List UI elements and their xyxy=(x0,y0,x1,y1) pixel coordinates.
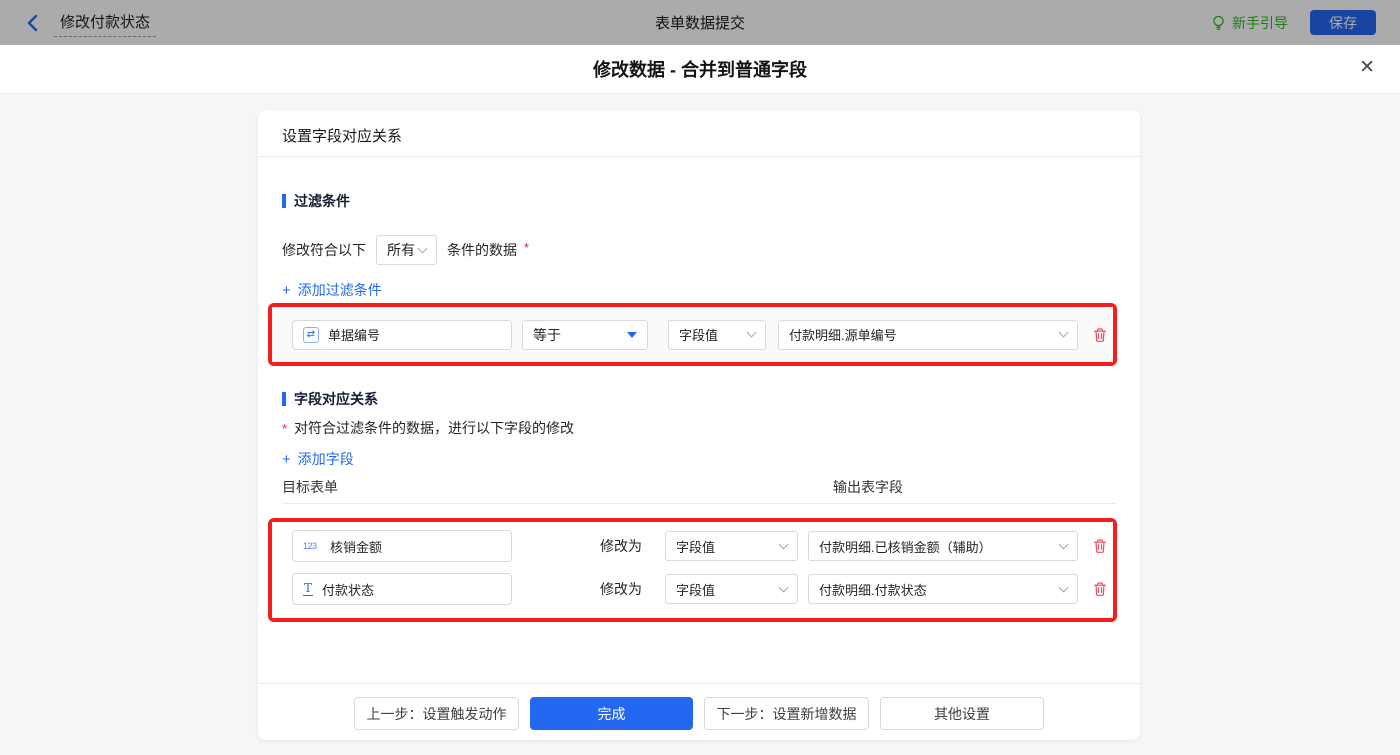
filter-value: 付款明细.源单编号 xyxy=(789,328,897,343)
annotation-box-filter: ⇄ 单据编号 等于 字段值 付款明细.源单编号 xyxy=(268,303,1117,366)
delete-filter-icon[interactable] xyxy=(1092,327,1108,343)
card-header-title: 设置字段对应关系 xyxy=(258,110,1140,157)
chevron-down-icon xyxy=(417,243,428,253)
mapping-table-header: 目标表单 输出表字段 xyxy=(282,477,1116,504)
delete-mapping-icon[interactable] xyxy=(1092,581,1108,597)
annotation-box-mapping: 123 核销金额 修改为 字段值 付款明细.已核销金额（辅助） T 付款状态 修… xyxy=(268,518,1117,622)
dialog-footer: 上一步：设置触发动作 完成 下一步：设置新增数据 其他设置 xyxy=(258,683,1140,740)
target-field-name: 付款状态 xyxy=(322,582,375,598)
mapping-row: 123 核销金额 修改为 字段值 付款明细.已核销金额（辅助） xyxy=(292,530,1113,562)
mapping-description-text: 对符合过滤条件的数据，进行以下字段的修改 xyxy=(294,420,575,436)
topbar: 修改付款状态 表单数据提交 新手引导 保存 xyxy=(0,0,1400,45)
number-field-icon: 123 xyxy=(303,541,317,551)
match-mode-value: 所有 xyxy=(387,242,415,258)
output-field-select[interactable]: 付款明细.已核销金额（辅助） xyxy=(808,531,1078,561)
required-asterisk: * xyxy=(524,239,530,255)
value-type-select[interactable]: 字段值 xyxy=(665,574,798,604)
mapping-section-label: 字段对应关系 xyxy=(294,391,378,407)
plus-icon: + xyxy=(282,281,291,299)
serial-number-icon: ⇄ xyxy=(303,326,319,343)
modify-to-label: 修改为 xyxy=(600,538,642,554)
target-field-name: 核销金额 xyxy=(330,539,383,555)
chevron-down-icon xyxy=(1058,327,1069,338)
section-marker xyxy=(282,194,286,208)
chevron-down-icon xyxy=(778,582,789,592)
add-filter-condition-label: 添加过滤条件 xyxy=(297,282,382,298)
required-asterisk: * xyxy=(282,420,288,436)
match-mode-select[interactable]: 所有 xyxy=(376,235,437,265)
mapping-section-title: 字段对应关系 xyxy=(282,389,378,409)
lightbulb-icon xyxy=(1213,15,1224,30)
dialog-title: 修改数据 - 合并到普通字段 xyxy=(593,60,807,80)
section-marker xyxy=(282,392,286,406)
close-icon[interactable]: ✕ xyxy=(1359,58,1375,77)
output-field-value: 付款明细.已核销金额（辅助） xyxy=(819,539,992,555)
save-button[interactable]: 保存 xyxy=(1310,10,1376,35)
match-suffix-label: 条件的数据 xyxy=(447,242,517,258)
prev-step-button[interactable]: 上一步：设置触发动作 xyxy=(354,697,519,730)
value-type-select[interactable]: 字段值 xyxy=(665,531,798,561)
match-condition-row: 修改符合以下 所有 条件的数据 * xyxy=(282,235,529,265)
column-output-field: 输出表字段 xyxy=(833,479,903,495)
filter-condition-item: ⇄ 单据编号 等于 字段值 付款明细.源单编号 xyxy=(272,307,1113,362)
chevron-down-icon xyxy=(1058,539,1069,549)
mapping-row: T 付款状态 修改为 字段值 付款明细.付款状态 xyxy=(292,573,1113,605)
done-button[interactable]: 完成 xyxy=(530,697,693,730)
filter-section-label: 过滤条件 xyxy=(294,193,350,209)
value-type-value: 字段值 xyxy=(676,539,716,555)
add-field-link[interactable]: + 添加字段 xyxy=(282,449,354,469)
topbar-center-title: 表单数据提交 xyxy=(654,15,745,32)
caret-down-icon xyxy=(627,331,637,338)
other-settings-button[interactable]: 其他设置 xyxy=(880,697,1044,730)
delete-mapping-icon[interactable] xyxy=(1092,538,1108,554)
text-field-icon: T xyxy=(303,581,314,596)
output-field-value: 付款明细.付款状态 xyxy=(819,582,927,598)
beginner-guide-link[interactable]: 新手引导 xyxy=(1211,13,1288,33)
dialog-header: 修改数据 - 合并到普通字段 ✕ xyxy=(0,45,1400,94)
modify-to-label: 修改为 xyxy=(600,581,642,597)
value-type-select[interactable]: 字段值 xyxy=(668,319,766,350)
plus-icon: + xyxy=(282,450,291,468)
beginner-guide-label: 新手引导 xyxy=(1232,14,1288,31)
output-field-select[interactable]: 付款明细.付款状态 xyxy=(808,574,1078,604)
chevron-down-icon xyxy=(778,539,789,549)
match-prefix-label: 修改符合以下 xyxy=(282,242,366,258)
filter-field-name: 单据编号 xyxy=(328,328,381,343)
chevron-down-icon xyxy=(1058,582,1069,592)
filter-value-select[interactable]: 付款明细.源单编号 xyxy=(778,319,1078,350)
value-type-value: 字段值 xyxy=(679,328,719,343)
field-mapping-card: 设置字段对应关系 过滤条件 修改符合以下 所有 条件的数据 * + 添加过滤条件… xyxy=(258,110,1140,740)
filter-field-selector[interactable]: ⇄ 单据编号 xyxy=(292,319,512,350)
operator-select[interactable]: 等于 xyxy=(522,319,648,350)
add-filter-condition-link[interactable]: + 添加过滤条件 xyxy=(282,280,382,300)
target-field-selector[interactable]: T 付款状态 xyxy=(292,573,512,605)
column-target-form: 目标表单 xyxy=(282,479,338,495)
chevron-down-icon xyxy=(746,327,757,338)
next-step-button[interactable]: 下一步：设置新增数据 xyxy=(704,697,869,730)
add-field-label: 添加字段 xyxy=(297,451,354,467)
target-field-selector[interactable]: 123 核销金额 xyxy=(292,530,512,562)
operator-value: 等于 xyxy=(533,326,561,343)
filter-section-title: 过滤条件 xyxy=(282,191,350,211)
mapping-description: * 对符合过滤条件的数据，进行以下字段的修改 xyxy=(282,418,574,438)
mapping-rows: 123 核销金额 修改为 字段值 付款明细.已核销金额（辅助） T 付款状态 修… xyxy=(272,522,1113,618)
value-type-value: 字段值 xyxy=(676,582,716,598)
